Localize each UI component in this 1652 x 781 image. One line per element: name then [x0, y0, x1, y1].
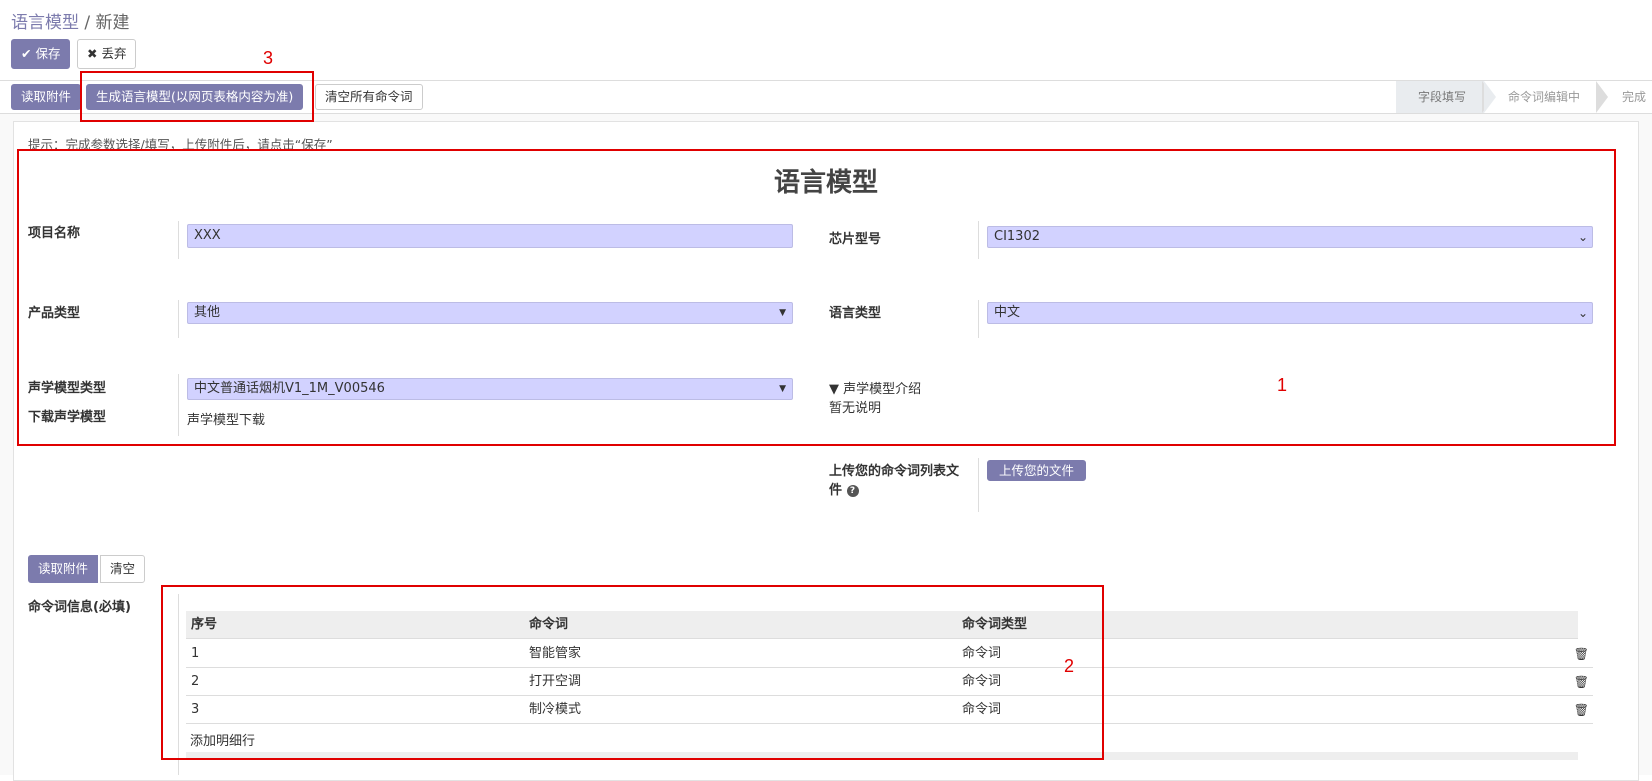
- clear-commands-button[interactable]: 清空所有命令词: [315, 84, 423, 110]
- breadcrumb-current: 新建: [95, 13, 130, 33]
- annotation-number-1: 1: [1277, 375, 1288, 395]
- discard-button[interactable]: ✖ 丢弃: [77, 39, 137, 69]
- status-bar: 字段填写 命令词编辑中 完成: [1395, 81, 1652, 113]
- save-button[interactable]: ✔ 保存: [11, 39, 71, 69]
- step-fill-fields[interactable]: 字段填写: [1395, 81, 1496, 113]
- read-attachment-button-2[interactable]: 读取附件: [28, 555, 99, 583]
- annotation-number-2: 2: [1064, 656, 1075, 676]
- step-done[interactable]: 完成: [1595, 81, 1652, 113]
- trash-icon[interactable]: 🗑: [1574, 696, 1589, 724]
- help-icon[interactable]: ?: [846, 484, 859, 497]
- read-attachment-button[interactable]: 读取附件: [11, 84, 82, 110]
- check-icon: ✔: [21, 46, 32, 61]
- annotation-number-3: 3: [263, 48, 274, 68]
- divider: [978, 458, 979, 512]
- breadcrumb-separator: /: [84, 13, 91, 33]
- step-editing-commands[interactable]: 命令词编辑中: [1481, 81, 1598, 113]
- breadcrumb-parent[interactable]: 语言模型: [11, 13, 79, 33]
- upload-label: 上传您的命令词列表文 件 ?: [829, 464, 960, 498]
- clear-button[interactable]: 清空: [100, 555, 146, 583]
- trash-icon[interactable]: 🗑: [1574, 668, 1589, 696]
- annotation-box-2: [161, 585, 1104, 760]
- close-icon: ✖: [87, 46, 98, 61]
- trash-icon[interactable]: 🗑: [1574, 640, 1589, 668]
- annotation-box-3: [80, 71, 314, 122]
- annotation-box-1: [17, 149, 1616, 446]
- commands-section-label: 命令词信息(必填): [28, 600, 131, 615]
- breadcrumb: 语言模型 / 新建: [11, 8, 130, 33]
- upload-file-button[interactable]: 上传您的文件: [987, 460, 1087, 481]
